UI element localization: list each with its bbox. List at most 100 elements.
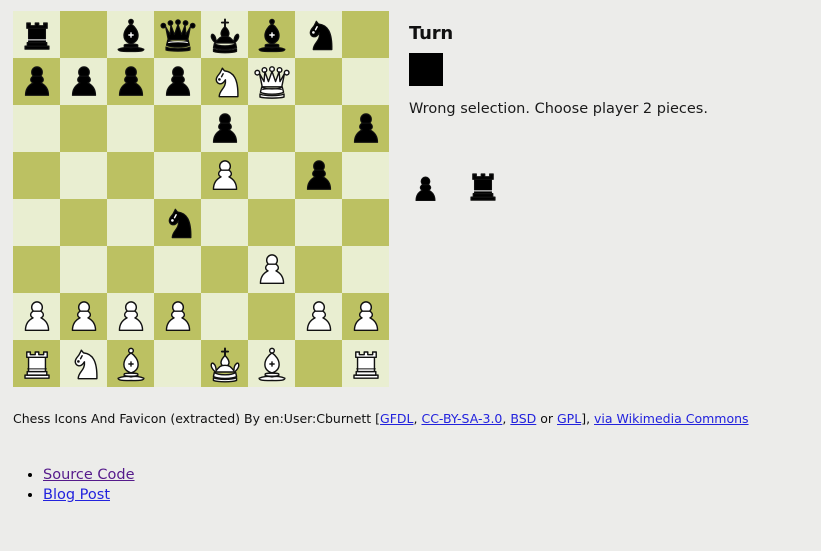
board-square-h6[interactable] xyxy=(342,105,389,152)
attribution-link-3[interactable]: BSD xyxy=(510,411,536,426)
board-square-g2[interactable] xyxy=(295,293,342,340)
white-rook-icon[interactable] xyxy=(17,344,57,384)
board-square-h8[interactable] xyxy=(342,11,389,58)
white-pawn-icon[interactable] xyxy=(252,250,292,290)
footer-link-blog-post[interactable]: Blog Post xyxy=(43,487,110,503)
board-square-g8[interactable] xyxy=(295,11,342,58)
board-square-c2[interactable] xyxy=(107,293,154,340)
board-square-f5[interactable] xyxy=(248,152,295,199)
board-square-a1[interactable] xyxy=(13,340,60,387)
black-bishop-icon[interactable] xyxy=(252,15,292,55)
board-square-d2[interactable] xyxy=(154,293,201,340)
black-pawn-icon[interactable] xyxy=(205,109,245,149)
board-square-e3[interactable] xyxy=(201,246,248,293)
board-square-f8[interactable] xyxy=(248,11,295,58)
board-square-d6[interactable] xyxy=(154,105,201,152)
black-bishop-icon[interactable] xyxy=(111,15,151,55)
board-square-d5[interactable] xyxy=(154,152,201,199)
white-pawn-icon[interactable] xyxy=(346,297,386,337)
white-knight-icon[interactable] xyxy=(64,344,104,384)
board-square-h4[interactable] xyxy=(342,199,389,246)
attribution-link-1[interactable]: GFDL xyxy=(380,411,413,426)
black-queen-icon[interactable] xyxy=(158,15,198,55)
attribution-link-4[interactable]: GPL xyxy=(557,411,581,426)
board-square-d7[interactable] xyxy=(154,58,201,105)
board-square-b6[interactable] xyxy=(60,105,107,152)
board-square-g7[interactable] xyxy=(295,58,342,105)
board-square-f6[interactable] xyxy=(248,105,295,152)
white-pawn-icon[interactable] xyxy=(299,297,339,337)
board-square-f1[interactable] xyxy=(248,340,295,387)
board-square-b2[interactable] xyxy=(60,293,107,340)
board-square-c8[interactable] xyxy=(107,11,154,58)
board-square-e2[interactable] xyxy=(201,293,248,340)
board-square-f3[interactable] xyxy=(248,246,295,293)
white-pawn-icon[interactable] xyxy=(17,297,57,337)
black-pawn-icon[interactable] xyxy=(111,62,151,102)
black-pawn-icon[interactable] xyxy=(299,156,339,196)
board-square-d4[interactable] xyxy=(154,199,201,246)
board-square-g1[interactable] xyxy=(295,340,342,387)
board-square-c5[interactable] xyxy=(107,152,154,199)
board-square-a3[interactable] xyxy=(13,246,60,293)
board-square-g3[interactable] xyxy=(295,246,342,293)
board-square-a2[interactable] xyxy=(13,293,60,340)
board-square-e1[interactable] xyxy=(201,340,248,387)
black-pawn-icon[interactable] xyxy=(346,109,386,149)
black-king-icon[interactable] xyxy=(205,15,245,55)
board-square-b3[interactable] xyxy=(60,246,107,293)
board-square-b5[interactable] xyxy=(60,152,107,199)
white-bishop-icon[interactable] xyxy=(252,344,292,384)
board-square-c7[interactable] xyxy=(107,58,154,105)
board-square-c1[interactable] xyxy=(107,340,154,387)
white-pawn-icon[interactable] xyxy=(158,297,198,337)
black-pawn-icon[interactable] xyxy=(17,62,57,102)
board-square-d3[interactable] xyxy=(154,246,201,293)
board-square-b4[interactable] xyxy=(60,199,107,246)
white-pawn-icon[interactable] xyxy=(111,297,151,337)
white-knight-icon[interactable] xyxy=(205,62,245,102)
board-square-e6[interactable] xyxy=(201,105,248,152)
black-knight-icon[interactable] xyxy=(299,15,339,55)
board-square-a8[interactable] xyxy=(13,11,60,58)
footer-link-source-code[interactable]: Source Code xyxy=(43,467,135,483)
board-square-d1[interactable] xyxy=(154,340,201,387)
black-pawn-icon[interactable] xyxy=(64,62,104,102)
board-square-g4[interactable] xyxy=(295,199,342,246)
board-square-h7[interactable] xyxy=(342,58,389,105)
board-square-c4[interactable] xyxy=(107,199,154,246)
white-king-icon[interactable] xyxy=(205,344,245,384)
white-queen-icon[interactable] xyxy=(252,62,292,102)
board-square-g5[interactable] xyxy=(295,152,342,199)
white-bishop-icon[interactable] xyxy=(111,344,151,384)
board-square-c3[interactable] xyxy=(107,246,154,293)
board-square-f7[interactable] xyxy=(248,58,295,105)
attribution-link-5[interactable]: via Wikimedia Commons xyxy=(594,411,749,426)
board-square-d8[interactable] xyxy=(154,11,201,58)
board-square-h3[interactable] xyxy=(342,246,389,293)
white-rook-icon[interactable] xyxy=(346,344,386,384)
white-pawn-icon[interactable] xyxy=(205,156,245,196)
board-square-a7[interactable] xyxy=(13,58,60,105)
board-square-e8[interactable] xyxy=(201,11,248,58)
board-square-a4[interactable] xyxy=(13,199,60,246)
board-square-a6[interactable] xyxy=(13,105,60,152)
board-square-a5[interactable] xyxy=(13,152,60,199)
board-square-e5[interactable] xyxy=(201,152,248,199)
black-pawn-icon[interactable] xyxy=(158,62,198,102)
board-square-b1[interactable] xyxy=(60,340,107,387)
chess-board[interactable] xyxy=(13,11,389,387)
black-rook-icon[interactable] xyxy=(17,15,57,55)
white-pawn-icon[interactable] xyxy=(64,297,104,337)
board-square-f2[interactable] xyxy=(248,293,295,340)
board-square-h1[interactable] xyxy=(342,340,389,387)
board-square-e7[interactable] xyxy=(201,58,248,105)
board-square-b7[interactable] xyxy=(60,58,107,105)
black-knight-icon[interactable] xyxy=(158,203,198,243)
board-square-e4[interactable] xyxy=(201,199,248,246)
board-square-f4[interactable] xyxy=(248,199,295,246)
board-square-h2[interactable] xyxy=(342,293,389,340)
board-square-g6[interactable] xyxy=(295,105,342,152)
board-square-h5[interactable] xyxy=(342,152,389,199)
attribution-link-2[interactable]: CC-BY-SA-3.0 xyxy=(421,411,502,426)
